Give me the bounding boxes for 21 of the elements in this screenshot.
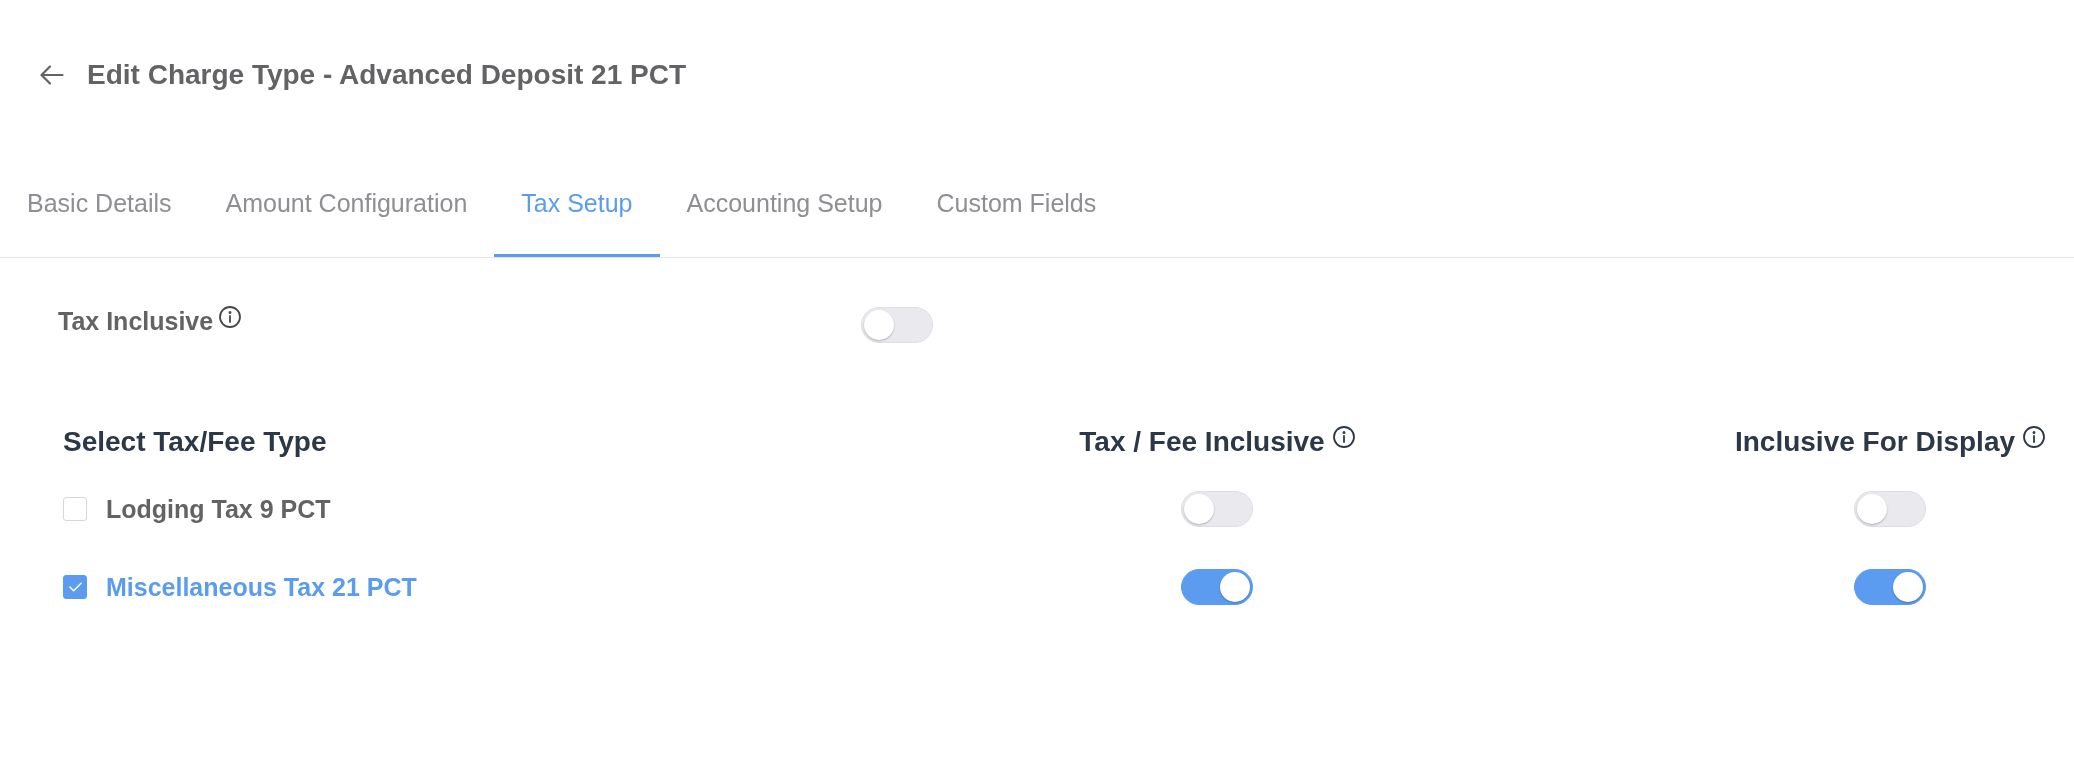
info-icon: [1332, 426, 1355, 448]
tab[interactable]: Custom Fields: [909, 160, 1124, 257]
checkbox[interactable]: [63, 575, 87, 599]
tab[interactable]: Accounting Setup: [659, 160, 910, 257]
tab[interactable]: Tax Setup: [494, 160, 660, 257]
tab[interactable]: Basic Details: [0, 160, 199, 257]
toggle-switch[interactable]: [1854, 569, 1926, 605]
checkbox[interactable]: [63, 497, 87, 521]
column-header: Select Tax/Fee Type: [63, 426, 327, 458]
tax-name: Miscellaneous Tax 21 PCT: [106, 572, 417, 602]
tab[interactable]: Amount Configuration: [198, 160, 495, 257]
page-title: Edit Charge Type - Advanced Deposit 21 PCT: [87, 58, 686, 92]
info-icon: [219, 306, 242, 328]
check-icon: [68, 582, 82, 592]
column-header: Inclusive For Display: [1734, 426, 2016, 458]
column-header: Tax / Fee Inclusive: [1079, 426, 1325, 458]
toggle-switch[interactable]: [1181, 569, 1253, 605]
tax-name: Lodging Tax 9 PCT: [106, 494, 331, 524]
arrow-left-icon: [40, 65, 64, 85]
field-label: Tax Inclusive: [58, 306, 214, 336]
info-icon: [2023, 426, 2046, 448]
